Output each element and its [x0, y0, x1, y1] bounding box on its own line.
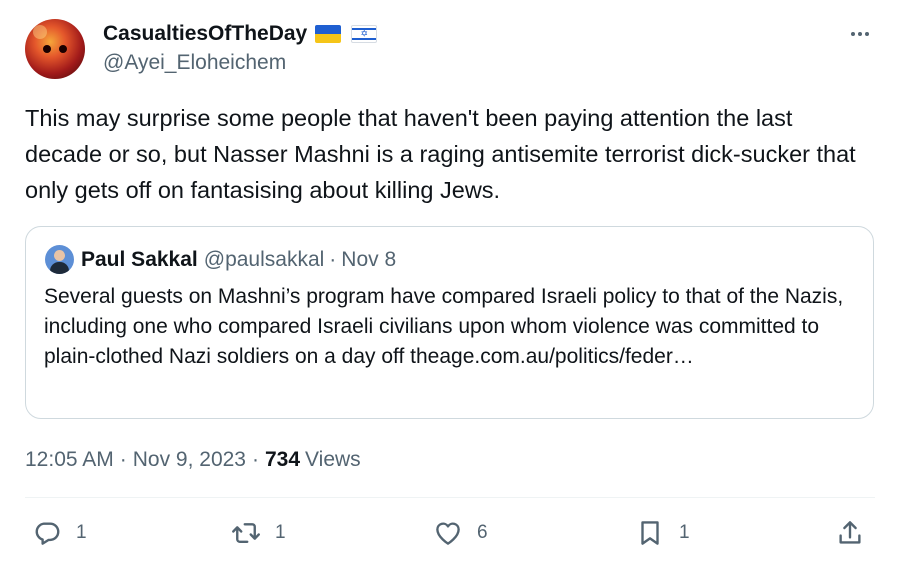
like-count: 6 — [477, 522, 488, 543]
author-name-row: CasualtiesOfTheDay ✡ — [103, 20, 378, 48]
tweet-date[interactable]: Nov 9, 2023 — [133, 448, 246, 472]
share-button[interactable] — [835, 516, 865, 550]
quoted-tweet-date: Nov 8 — [341, 248, 397, 271]
actions-divider — [25, 497, 875, 498]
tweet-time[interactable]: 12:05 AM — [25, 448, 114, 472]
reply-count: 1 — [76, 522, 87, 543]
israel-flag-icon: ✡ — [351, 25, 378, 43]
heart-icon — [436, 522, 460, 545]
quoted-author-handle: @paulsakkal — [203, 248, 325, 271]
quoted-separator: · — [329, 248, 337, 271]
retweet-count: 1 — [275, 522, 286, 543]
ukraine-flag-icon — [315, 25, 342, 43]
author-avatar[interactable] — [25, 19, 85, 79]
views-count: 734 — [264, 448, 301, 471]
reply-icon — [35, 522, 60, 545]
quoted-author-name: Paul Sakkal — [81, 248, 198, 271]
tweet: CasualtiesOfTheDay ✡ @Ayei_Eloheichem Th… — [0, 0, 898, 568]
tweet-metadata: 12:05 AM · Nov 9, 2023 · 734 Views — [25, 446, 361, 474]
quoted-author-avatar — [45, 245, 74, 274]
reply-button[interactable]: 1 — [32, 516, 87, 550]
bookmark-button[interactable]: 1 — [635, 516, 690, 550]
quoted-tweet-text: Several guests on Mashni’s program have … — [44, 285, 844, 368]
retweet-button[interactable]: 1 — [231, 516, 286, 550]
bookmark-count: 1 — [679, 522, 690, 543]
quoted-tweet-card[interactable]: Paul Sakkal @paulsakkal · Nov 8 Several … — [25, 226, 874, 419]
tweet-text: This may surprise some people that haven… — [25, 105, 856, 203]
bookmark-icon — [641, 521, 659, 545]
views-label: Views — [305, 448, 361, 471]
like-button[interactable]: 6 — [433, 516, 488, 550]
author-display-name[interactable]: CasualtiesOfTheDay — [103, 22, 307, 46]
quoted-tweet-header: Paul Sakkal @paulsakkal · Nov 8 — [81, 245, 396, 275]
author-handle[interactable]: @Ayei_Eloheichem — [103, 51, 286, 75]
more-options-icon[interactable] — [846, 21, 874, 47]
meta-separator-2: · — [251, 448, 259, 471]
retweet-icon — [232, 523, 260, 543]
share-icon — [839, 521, 861, 544]
meta-separator: · — [119, 448, 127, 471]
